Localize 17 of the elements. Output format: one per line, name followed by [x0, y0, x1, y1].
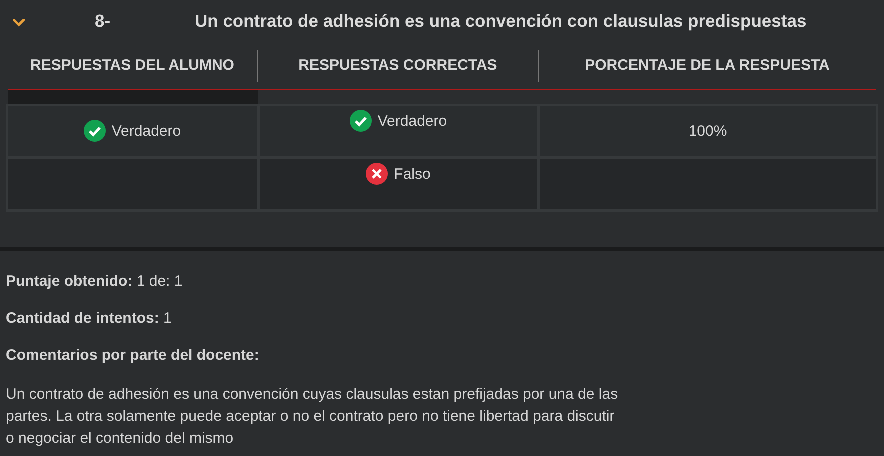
column-header: PORCENTAJE DE LA RESPUESTA: [584, 56, 831, 76]
summary-line: Comentarios por parte del docente:: [6, 347, 260, 364]
chevron-icon[interactable]: [13, 19, 25, 27]
teacher-comment: Un contrato de adhesión es una convención cuyas clausulas estan prefijadas por una de las partes. La otra solamente puede aceptar o no el contrato pero no tiene libertad para discutir o negociar el contenido del mismo: [6, 385, 620, 449]
answer-label: Verdadero: [378, 112, 448, 130]
column-header: RESPUESTAS CORRECTAS: [258, 50, 539, 82]
column-header: RESPUESTAS DEL ALUMNO: [8, 50, 258, 82]
question-number: 8-: [95, 10, 112, 32]
cross-icon: [366, 163, 388, 185]
check-icon: [84, 120, 106, 142]
summary-line: Puntaje obtenido: 1 de: 1: [6, 273, 184, 290]
question-title: Un contrato de adhesión es una convención con clausulas predispuestas: [195, 10, 807, 32]
check-icon: [350, 110, 372, 132]
answer-label: Falso: [394, 166, 431, 182]
answer-label: Verdadero: [112, 122, 182, 140]
percent-value: 100%: [688, 122, 728, 140]
summary-line: Cantidad de intentos: 1: [6, 310, 173, 327]
